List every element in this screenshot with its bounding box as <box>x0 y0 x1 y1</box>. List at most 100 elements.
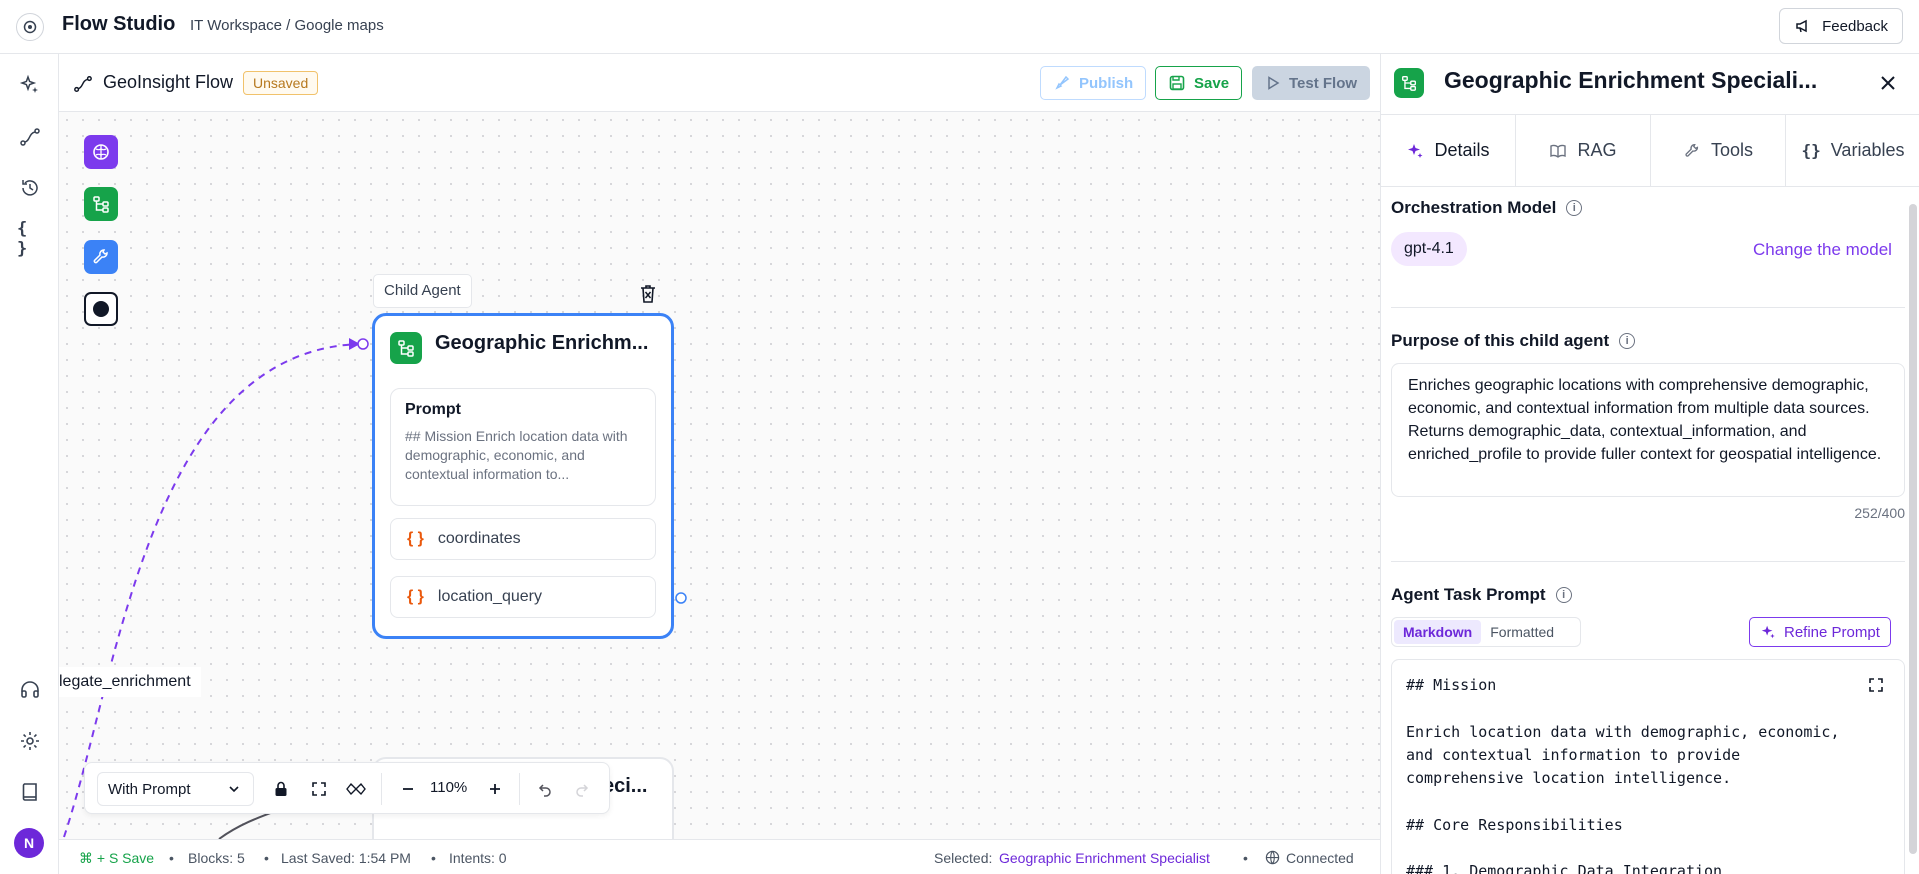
mode-value: With Prompt <box>108 780 191 798</box>
tab-label: Details <box>1434 140 1490 160</box>
prompt-text: ## Mission Enrich location data with dem… <box>405 428 628 482</box>
book-icon[interactable] <box>17 779 43 805</box>
avatar[interactable]: N <box>14 828 44 858</box>
fit-view-icon[interactable] <box>306 776 332 802</box>
brain-icon[interactable] <box>84 135 118 169</box>
settings-icon[interactable] <box>17 728 43 754</box>
rocket-icon <box>1053 74 1071 92</box>
braces-icon: { } <box>407 530 424 547</box>
blocks-count: Blocks: 5 <box>188 850 245 866</box>
divider <box>1391 561 1905 562</box>
separator: • <box>264 850 269 866</box>
auto-layout-icon[interactable] <box>343 776 369 802</box>
refine-prompt-button[interactable]: Refine Prompt <box>1749 617 1891 647</box>
tab-variables[interactable]: {} Variables <box>1786 115 1919 186</box>
app-title: Flow Studio <box>62 13 176 35</box>
format-formatted[interactable]: Formatted <box>1481 620 1563 644</box>
divider <box>381 773 382 805</box>
chevron-down-icon <box>227 782 241 796</box>
lock-icon[interactable] <box>268 776 294 802</box>
prompt-editor[interactable]: ## Mission Enrich location data with dem… <box>1391 659 1905 874</box>
delete-node-icon[interactable] <box>638 283 658 305</box>
history-icon[interactable] <box>17 175 43 201</box>
selected-value[interactable]: Geographic Enrichment Specialist <box>999 850 1210 866</box>
flow-icon <box>73 74 93 94</box>
node-title: Geographic Enrichm... <box>435 332 649 354</box>
task-prompt-section-label: Agent Task Prompt i <box>1391 585 1572 605</box>
save-shortcut: ⌘ + S Save <box>79 850 155 866</box>
sparkle-icon[interactable] <box>17 72 43 98</box>
publish-button[interactable]: Publish <box>1040 66 1147 100</box>
prompt-title: Prompt <box>405 401 461 418</box>
redo-icon[interactable] <box>569 776 595 802</box>
flow-canvas[interactable]: Child Agent Geographic Enrichm... Prompt… <box>59 112 1380 839</box>
purpose-label: Purpose of this child agent <box>1391 331 1610 350</box>
canvas-controls: With Prompt 110% <box>84 762 610 814</box>
node-prompt-preview[interactable]: Prompt ## Mission Enrich location data w… <box>390 388 656 506</box>
save-icon <box>1168 74 1186 92</box>
zoom-level: 110% <box>430 779 468 796</box>
tab-label: Variables <box>1830 140 1905 160</box>
child-agent-tag: Child Agent <box>373 274 472 308</box>
wrench-icon[interactable] <box>84 240 118 274</box>
test-flow-button[interactable]: Test Flow <box>1252 66 1371 100</box>
variables-icon[interactable]: { } <box>17 219 43 259</box>
child-agent-node[interactable]: Geographic Enrichm... Prompt ## Mission … <box>372 313 674 639</box>
variable-row[interactable]: { } location_query <box>390 576 656 618</box>
variable-row[interactable]: { } coordinates <box>390 518 656 560</box>
selected-label: Selected: <box>934 850 993 866</box>
save-label: Save <box>1194 74 1230 92</box>
tree-icon[interactable] <box>84 187 118 221</box>
wrench-icon <box>1683 142 1701 160</box>
tree-icon <box>390 332 422 364</box>
task-prompt-label: Agent Task Prompt <box>1391 585 1546 604</box>
details-panel: Geographic Enrichment Speciali... Detail… <box>1380 54 1919 874</box>
expand-icon[interactable] <box>1859 668 1893 702</box>
panel-title: Geographic Enrichment Speciali... <box>1444 67 1818 93</box>
sparkle-icon <box>1760 624 1776 640</box>
feedback-button[interactable]: Feedback <box>1779 8 1903 44</box>
braces-icon: { } <box>407 588 424 605</box>
intents-count: Intents: 0 <box>449 850 507 866</box>
node-handle-right <box>675 592 687 604</box>
mode-select[interactable]: With Prompt <box>97 772 254 806</box>
separator: • <box>431 850 436 866</box>
tab-rag[interactable]: RAG <box>1516 115 1651 186</box>
info-icon[interactable]: i <box>1555 587 1572 603</box>
info-icon[interactable]: i <box>1619 333 1636 349</box>
connection-status: Connected <box>1286 850 1354 866</box>
zoom-out-icon[interactable] <box>395 776 421 802</box>
record-icon[interactable] <box>84 292 118 326</box>
node-handle-left <box>357 338 369 350</box>
flow-icon[interactable] <box>17 124 43 150</box>
divider <box>519 773 520 805</box>
status-badge: Unsaved <box>243 71 319 95</box>
test-flow-label: Test Flow <box>1289 74 1358 92</box>
edge-label: legate_enrichment <box>59 667 201 697</box>
last-saved: Last Saved: 1:54 PM <box>281 850 411 866</box>
book-open-icon <box>1549 142 1567 160</box>
edge-layer <box>63 338 687 839</box>
change-model-link[interactable]: Change the model <box>1753 240 1892 260</box>
tab-tools[interactable]: Tools <box>1651 115 1786 186</box>
purpose-textarea[interactable]: Enriches geographic locations with compr… <box>1391 363 1905 497</box>
format-markdown[interactable]: Markdown <box>1394 620 1482 644</box>
info-icon[interactable]: i <box>1566 200 1583 216</box>
tab-details[interactable]: Details <box>1381 115 1516 186</box>
zoom-in-icon[interactable] <box>482 776 508 802</box>
braces-icon: {} <box>1801 141 1821 160</box>
breadcrumb[interactable]: IT Workspace / Google maps <box>190 17 384 34</box>
undo-icon[interactable] <box>532 776 558 802</box>
panel-scrollbar[interactable] <box>1909 204 1917 854</box>
save-button[interactable]: Save <box>1155 66 1243 100</box>
play-icon <box>1265 75 1281 91</box>
flow-name[interactable]: GeoInsight Flow <box>103 72 233 93</box>
app-logo-icon[interactable] <box>16 13 44 41</box>
tab-label: Tools <box>1710 140 1754 160</box>
close-icon[interactable] <box>1875 70 1901 96</box>
status-bar: ⌘ + S Save • Blocks: 5 • Last Saved: 1:5… <box>59 839 1380 874</box>
panel-tabs: Details RAG Tools {} Variables <box>1381 114 1919 187</box>
headset-icon[interactable] <box>17 677 43 703</box>
model-section-label: Orchestration Model i <box>1391 198 1583 218</box>
model-label: Orchestration Model <box>1391 198 1557 217</box>
